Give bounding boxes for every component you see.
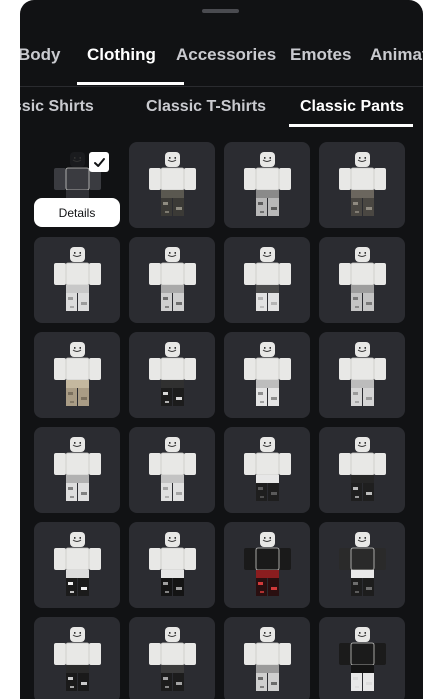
avatar-thumbnail (339, 532, 386, 596)
avatar-thumbnail (339, 627, 386, 691)
avatar-thumbnail (149, 437, 196, 501)
avatar-thumbnail (244, 532, 291, 596)
pants-item-tile[interactable] (34, 332, 120, 418)
bottom-sheet: Body Clothing Accessories Emotes Animati… (20, 0, 423, 699)
pants-item-tile[interactable] (224, 332, 310, 418)
pants-item-tile[interactable] (34, 427, 120, 513)
tab-clothing[interactable]: Clothing (87, 45, 156, 65)
pants-item-tile[interactable] (129, 237, 215, 323)
avatar-thumbnail (339, 437, 386, 501)
avatar-thumbnail (149, 532, 196, 596)
pants-item-tile[interactable] (319, 142, 405, 228)
subcategory-tabs: Classic Shirts Classic T-Shirts Classic … (20, 86, 423, 127)
pants-item-tile[interactable] (319, 332, 405, 418)
pants-item-tile[interactable] (319, 427, 405, 513)
avatar-thumbnail (244, 152, 291, 216)
pants-item-tile[interactable] (224, 427, 310, 513)
pants-item-tile[interactable] (129, 332, 215, 418)
tab-accessories[interactable]: Accessories (176, 45, 276, 65)
pants-item-tile[interactable] (34, 617, 120, 699)
avatar-thumbnail (149, 627, 196, 691)
avatar-thumbnail (244, 247, 291, 311)
pants-item-tile[interactable] (129, 142, 215, 228)
pants-item-tile[interactable] (129, 427, 215, 513)
avatar-thumbnail (149, 152, 196, 216)
tab-body[interactable]: Body (20, 45, 61, 65)
pants-item-tile[interactable] (34, 237, 120, 323)
checkmark-icon[interactable] (89, 152, 109, 172)
pants-item-tile[interactable] (319, 617, 405, 699)
avatar-thumbnail (149, 247, 196, 311)
avatar-thumbnail (54, 627, 101, 691)
pants-item-tile[interactable] (129, 522, 215, 608)
avatar-thumbnail (244, 342, 291, 406)
pants-item-tile[interactable] (224, 617, 310, 699)
sheet-grabber[interactable] (202, 9, 239, 13)
pants-item-tile[interactable] (129, 617, 215, 699)
tab-classic-pants[interactable]: Classic Pants (300, 98, 404, 116)
pants-item-tile[interactable] (34, 522, 120, 608)
avatar-thumbnail (54, 342, 101, 406)
pants-item-tile[interactable] (224, 237, 310, 323)
tab-emotes[interactable]: Emotes (290, 45, 351, 65)
tab-animations[interactable]: Animations (370, 45, 423, 65)
tab-classic-shirts[interactable]: Classic Shirts (20, 98, 94, 116)
pants-item-tile[interactable] (319, 237, 405, 323)
pants-item-tile[interactable] (319, 522, 405, 608)
avatar-thumbnail (54, 532, 101, 596)
tab-classic-t-shirts[interactable]: Classic T-Shirts (146, 98, 266, 116)
avatar-thumbnail (244, 437, 291, 501)
active-subtab-indicator (289, 124, 413, 127)
avatar-thumbnail (339, 247, 386, 311)
details-button[interactable]: Details (34, 198, 120, 227)
pants-item-tile[interactable] (224, 142, 310, 228)
avatar-thumbnail (149, 342, 196, 406)
avatar-thumbnail (244, 627, 291, 691)
avatar-thumbnail (54, 437, 101, 501)
avatar-thumbnail (339, 342, 386, 406)
avatar-thumbnail (339, 152, 386, 216)
pants-item-tile[interactable] (224, 522, 310, 608)
category-tabs: Body Clothing Accessories Emotes Animati… (20, 30, 423, 87)
active-tab-indicator (77, 82, 184, 85)
avatar-thumbnail (54, 247, 101, 311)
